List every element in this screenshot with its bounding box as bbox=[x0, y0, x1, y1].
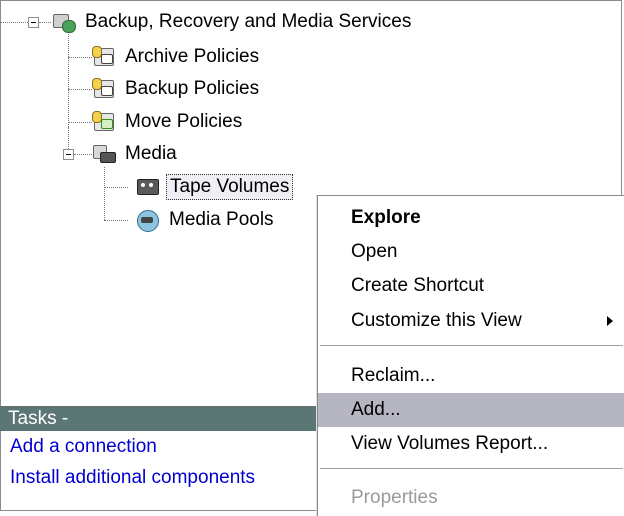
media-pool-icon bbox=[136, 209, 160, 232]
tree-node-media[interactable]: Media bbox=[92, 141, 180, 167]
submenu-arrow-icon bbox=[607, 316, 613, 326]
tree-connector bbox=[68, 34, 69, 127]
tree-connector bbox=[104, 220, 128, 221]
tree-connector bbox=[68, 89, 92, 90]
menu-separator bbox=[320, 468, 623, 469]
tree-node-label: Archive Policies bbox=[125, 46, 260, 67]
tree-node-backup-recovery[interactable]: Backup, Recovery and Media Services bbox=[52, 9, 414, 35]
menu-item-properties[interactable]: Properties bbox=[318, 481, 624, 515]
backup-policy-icon bbox=[92, 78, 116, 100]
tree-node-move-policies[interactable]: Move Policies bbox=[92, 109, 245, 135]
collapse-media-button[interactable] bbox=[63, 149, 74, 160]
tree-node-archive-policies[interactable]: Archive Policies bbox=[92, 44, 262, 70]
tree-node-label: Media bbox=[125, 143, 177, 164]
menu-item-add[interactable]: Add... bbox=[318, 393, 624, 427]
tree-node-label: Backup Policies bbox=[125, 78, 260, 99]
add-connection-link[interactable]: Add a connection bbox=[0, 431, 318, 462]
tree-node-backup-policies[interactable]: Backup Policies bbox=[92, 76, 262, 102]
context-menu: Explore Open Create Shortcut Customize t… bbox=[317, 195, 624, 516]
tree-connector bbox=[104, 167, 105, 220]
tree-node-media-pools[interactable]: Media Pools bbox=[136, 207, 277, 233]
install-components-link[interactable]: Install additional components bbox=[0, 462, 318, 493]
tree-node-label: Media Pools bbox=[169, 209, 274, 230]
media-icon bbox=[92, 143, 116, 165]
menu-item-view-volumes-report[interactable]: View Volumes Report... bbox=[318, 427, 624, 461]
tree-node-label: Backup, Recovery and Media Services bbox=[85, 11, 412, 32]
menu-item-reclaim[interactable]: Reclaim... bbox=[318, 359, 624, 393]
backup-services-icon bbox=[52, 11, 76, 33]
tree-node-label: Move Policies bbox=[125, 111, 243, 132]
tasks-header[interactable]: Tasks - bbox=[0, 407, 318, 431]
tree-node-tape-volumes[interactable]: Tape Volumes bbox=[136, 174, 294, 200]
collapse-root-button[interactable] bbox=[28, 17, 39, 28]
tree-connector bbox=[39, 22, 51, 23]
tree-node-label: Tape Volumes bbox=[166, 174, 294, 200]
tree-connector bbox=[68, 57, 92, 58]
tasks-pane: Tasks - Add a connection Install additio… bbox=[0, 406, 318, 514]
menu-item-customize-view[interactable]: Customize this View bbox=[318, 304, 624, 338]
menu-item-label: Customize this View bbox=[351, 310, 522, 331]
move-policy-icon bbox=[92, 111, 116, 133]
menu-item-explore[interactable]: Explore bbox=[318, 201, 624, 235]
menu-item-open[interactable]: Open bbox=[318, 235, 624, 269]
tape-volume-icon bbox=[136, 176, 160, 198]
tree-connector bbox=[74, 154, 92, 155]
tree-connector bbox=[0, 22, 28, 23]
menu-separator bbox=[320, 345, 623, 346]
tree-connector bbox=[68, 122, 92, 123]
menu-item-create-shortcut[interactable]: Create Shortcut bbox=[318, 269, 624, 303]
tree-connector bbox=[104, 187, 128, 188]
archive-policy-icon bbox=[92, 46, 116, 68]
